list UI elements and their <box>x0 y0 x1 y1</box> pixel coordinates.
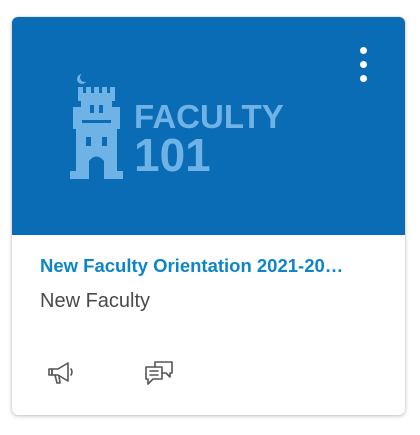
announcements-button[interactable] <box>46 358 78 388</box>
discussions-icon <box>145 361 173 385</box>
megaphone-icon <box>48 362 73 384</box>
course-subtitle: New Faculty <box>40 290 151 312</box>
course-card[interactable]: FACULTY 101 New Faculty Orientation 2021… <box>12 17 405 415</box>
course-title-link[interactable]: New Faculty Orientation 2021-20… <box>40 255 385 277</box>
logo-line-2: 101 <box>134 129 211 181</box>
discussions-button[interactable] <box>143 358 175 388</box>
faculty-101-logo: FACULTY 101 <box>70 73 284 181</box>
course-image[interactable]: FACULTY 101 <box>12 17 405 235</box>
more-vertical-icon[interactable] <box>357 47 371 87</box>
